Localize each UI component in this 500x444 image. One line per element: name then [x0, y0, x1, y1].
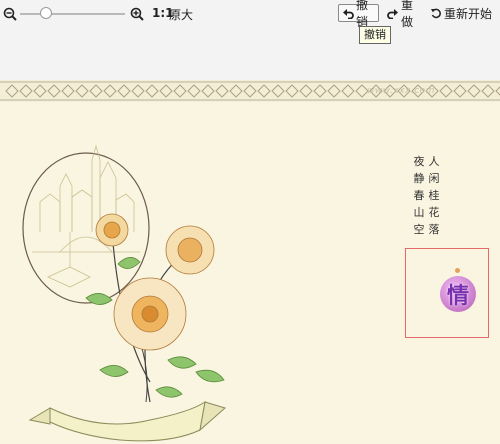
border-motif	[159, 84, 173, 98]
border-motif	[439, 84, 453, 98]
poem-column-1: 人闲桂花落	[428, 155, 440, 236]
border-motif	[131, 84, 145, 98]
border-motif	[61, 84, 75, 98]
undo-button[interactable]: 撤销	[338, 0, 379, 29]
poem-column-2: 夜静春山空	[413, 155, 425, 236]
border-motif	[285, 84, 299, 98]
actual-size-label[interactable]: 原大	[169, 6, 193, 23]
border-motif	[327, 84, 341, 98]
border-motif	[173, 84, 187, 98]
border-motif	[201, 84, 215, 98]
restart-button[interactable]: 重新开始	[427, 4, 497, 22]
border-motif	[453, 84, 467, 98]
border-motif	[313, 84, 327, 98]
border-motif	[187, 84, 201, 98]
border-motif	[495, 86, 500, 96]
border-motif	[33, 84, 47, 98]
redo-button[interactable]: 重做	[384, 0, 422, 29]
flower-artwork[interactable]	[0, 102, 300, 444]
border-motif	[341, 84, 355, 98]
border-motif	[47, 84, 61, 98]
border-motif	[5, 84, 19, 98]
border-motif	[271, 84, 285, 98]
redo-icon	[387, 9, 398, 19]
border-motif	[19, 84, 33, 98]
undo-tooltip: 撤销	[359, 26, 391, 44]
zoom-out-icon[interactable]	[3, 6, 17, 21]
watermark: www.xxx.com	[367, 86, 435, 96]
border-motif	[243, 84, 257, 98]
border-motif	[467, 84, 481, 98]
stamp-badge[interactable]: 情	[440, 276, 476, 312]
border-motif	[103, 84, 117, 98]
border-motif	[257, 84, 271, 98]
restart-icon	[431, 8, 441, 19]
border-motif	[75, 84, 89, 98]
restart-label: 重新开始	[444, 6, 493, 21]
zoom-slider-thumb[interactable]	[40, 7, 53, 19]
undo-icon	[343, 9, 354, 19]
border-motif	[481, 84, 495, 98]
zoom-slider-track[interactable]	[20, 13, 125, 15]
zoom-in-icon[interactable]	[130, 6, 144, 21]
border-motif	[117, 84, 131, 98]
border-motif	[145, 84, 159, 98]
border-motif	[299, 84, 313, 98]
border-motif	[89, 84, 103, 98]
border-motif	[229, 84, 243, 98]
rotate-handle[interactable]	[455, 268, 460, 273]
border-motif	[215, 84, 229, 98]
redo-label: 重做	[401, 0, 414, 29]
toolbar: 1:1 原大 撤销 重做 重新开始	[0, 0, 500, 30]
